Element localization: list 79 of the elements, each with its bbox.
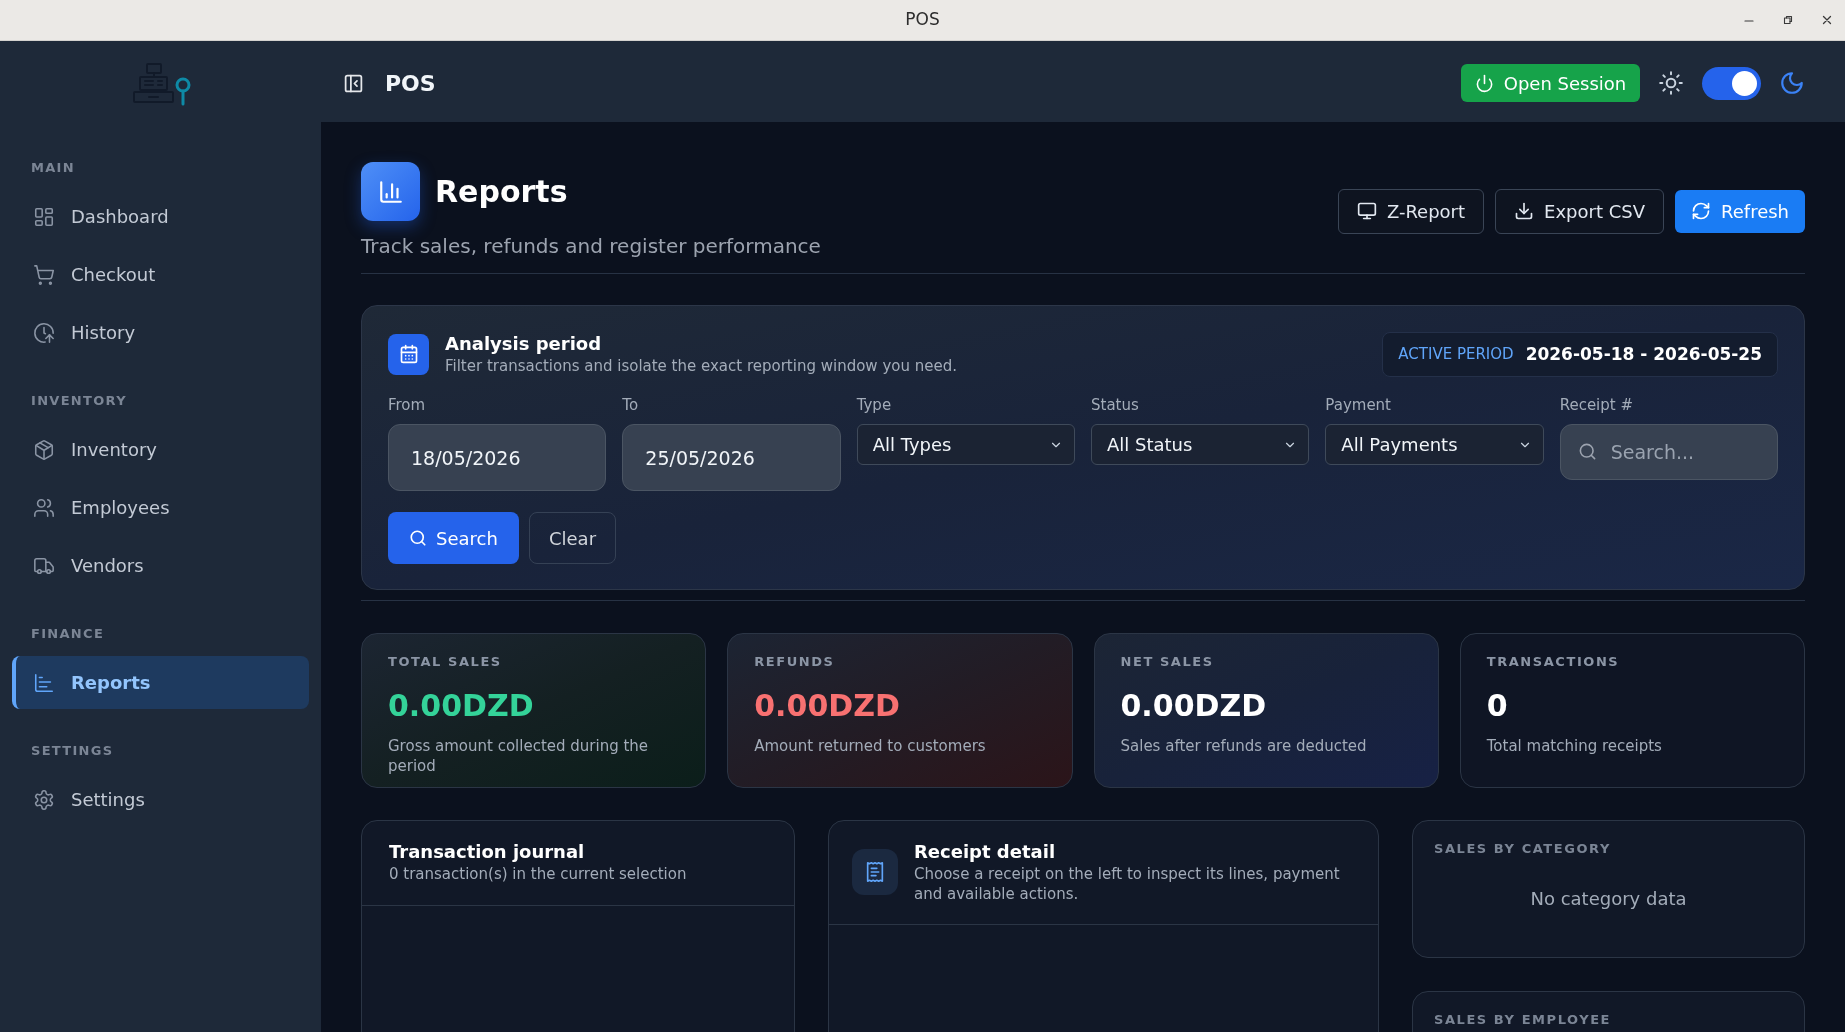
filter-label: To: [622, 395, 640, 415]
action-button[interactable]: Export CSV: [1495, 188, 1664, 234]
receipt-icon: [852, 849, 898, 895]
filter-label: Payment: [1325, 395, 1392, 415]
stat-description: Gross amount collected during the period: [388, 736, 650, 776]
section-label: INVENTORY: [30, 393, 128, 409]
settings-icon: [33, 788, 55, 811]
search-field[interactable]: Search...: [1559, 424, 1778, 480]
sidebar-toggle-icon[interactable]: [343, 72, 364, 94]
dropdown[interactable]: All Types: [856, 424, 1075, 465]
sidebar-item[interactable]: Inventory: [12, 423, 309, 476]
sun-icon[interactable]: [1658, 70, 1684, 96]
refresh-icon: [1691, 201, 1711, 221]
stat-label: TRANSACTIONS: [1486, 654, 1621, 670]
stat-description: Total matching receipts: [1486, 736, 1663, 756]
filter-label: Status: [1091, 395, 1140, 415]
stat-value: 0: [1486, 688, 1509, 724]
sidebar-item[interactable]: Settings: [12, 773, 309, 826]
empty-message: No category data: [1529, 887, 1688, 911]
power-icon: [1474, 73, 1494, 93]
stat-label: REFUNDS: [754, 654, 836, 670]
panel-subtitle: 0 transaction(s) in the current selection: [389, 864, 688, 884]
filter-label: Type: [856, 395, 893, 415]
section-label: MAIN: [30, 160, 76, 176]
panel-title: Receipt detail: [914, 840, 1057, 864]
download-icon: [1514, 201, 1535, 221]
close-icon[interactable]: [1822, 15, 1832, 25]
sidebar-item[interactable]: Checkout: [12, 248, 309, 301]
clock-arrow-icon: [33, 321, 55, 344]
monitor-icon: [1356, 201, 1377, 221]
stat-description: Sales after refunds are deducted: [1120, 736, 1368, 756]
page-title: Reports: [435, 173, 568, 211]
stat-description: Amount returned to customers: [754, 736, 987, 756]
filter-button[interactable]: Clear: [529, 512, 616, 564]
filter-label: From: [388, 395, 427, 415]
stat-value: 0.00DZD: [1120, 688, 1268, 724]
sidebar-item[interactable]: Reports: [12, 656, 309, 709]
sidebar-item[interactable]: History: [12, 306, 309, 359]
panel-label: SALES BY CATEGORY: [1434, 841, 1612, 857]
users-icon: [33, 496, 55, 519]
panel-label: SALES BY EMPLOYEE: [1434, 1012, 1613, 1028]
grid-icon: [33, 205, 55, 228]
action-button[interactable]: Z-Report: [1337, 188, 1485, 234]
restore-icon[interactable]: [1783, 15, 1793, 25]
window-title: POS: [905, 8, 940, 32]
stat-value: 0.00DZD: [754, 688, 901, 724]
sidebar-item[interactable]: Employees: [12, 481, 309, 534]
section-label: SETTINGS: [30, 743, 115, 759]
cart-icon: [33, 263, 55, 286]
chart-tile-icon: [361, 162, 420, 221]
dropdown[interactable]: All Status: [1091, 424, 1310, 465]
filter-button[interactable]: Search: [388, 512, 519, 564]
panel-title: Analysis period: [445, 332, 603, 356]
theme-toggle[interactable]: [1702, 66, 1761, 100]
active-period-value: 2026-05-18 - 2026-05-25: [1525, 342, 1762, 366]
page-subtitle: Track sales, refunds and register performance: [361, 233, 821, 260]
bar-chart-icon: [33, 671, 55, 694]
search-icon: [409, 529, 428, 547]
cash-register-logo: [130, 60, 191, 106]
panel-title: Transaction journal: [389, 840, 586, 864]
stat-label: NET SALES: [1120, 654, 1215, 670]
filter-label: Receipt #: [1559, 395, 1634, 415]
app-title: POS: [385, 69, 436, 98]
section-label: FINANCE: [30, 626, 106, 642]
stat-value: 0.00DZD: [388, 688, 535, 724]
dropdown[interactable]: All Payments: [1325, 424, 1544, 465]
action-button[interactable]: Refresh: [1675, 189, 1805, 233]
box-icon: [33, 438, 55, 461]
panel-subtitle: Choose a receipt on the left to inspect its lines, payment and available actions.: [914, 864, 1341, 904]
sidebar-item[interactable]: Vendors: [12, 539, 309, 592]
active-period-label: ACTIVE PERIOD: [1398, 344, 1514, 366]
stat-label: TOTAL SALES: [388, 654, 503, 670]
panel-subtitle: Filter transactions and isolate the exact reporting window you need.: [445, 356, 957, 376]
calendar-icon: [388, 333, 429, 375]
date-field[interactable]: 18/05/2026: [388, 424, 607, 491]
date-field[interactable]: 25/05/2026: [622, 424, 841, 491]
moon-icon[interactable]: [1779, 70, 1805, 96]
sidebar-item[interactable]: Dashboard: [12, 190, 309, 243]
search-icon: [1577, 442, 1597, 461]
